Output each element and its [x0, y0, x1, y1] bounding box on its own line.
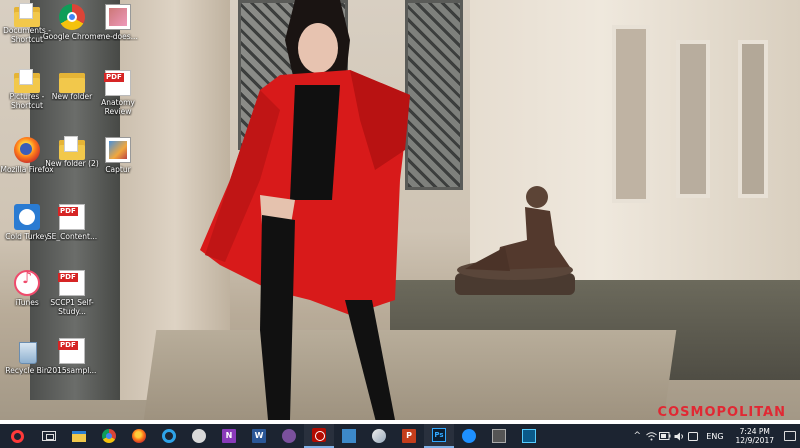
- input-language-indicator[interactable]: ENG: [700, 432, 729, 441]
- file-explorer-icon: [72, 430, 86, 442]
- app-icon: [372, 429, 386, 443]
- app-icon: [342, 429, 356, 443]
- calculator-taskbar-button[interactable]: [484, 424, 514, 448]
- app2-taskbar-button[interactable]: [364, 424, 394, 448]
- acrobat-icon: [312, 428, 326, 442]
- recycle-bin-icon: [14, 338, 40, 364]
- action-center-button[interactable]: [780, 424, 800, 448]
- app3-taskbar-button[interactable]: [454, 424, 484, 448]
- desktop-icon-label: Anatomy Review: [101, 98, 135, 116]
- wallpaper-watermark: COSMOPOLITAN: [657, 405, 786, 420]
- viber-taskbar-button[interactable]: [274, 424, 304, 448]
- desktop-icon-2015-sample[interactable]: 2015sampl...: [41, 338, 103, 402]
- pdf-file-icon: [58, 338, 85, 364]
- desktop-icon-capture[interactable]: Captur: [87, 137, 149, 201]
- desktop-icon-image-file[interactable]: me-does...: [87, 4, 149, 68]
- system-tray: ^ ENG 7:24 PM 12/9/2017: [630, 424, 800, 448]
- battery-icon[interactable]: [658, 424, 672, 448]
- desktop-icon-se-content[interactable]: SE_Content...: [41, 204, 103, 268]
- desktop-icon-label: me-does...: [98, 32, 138, 41]
- pdf-file-icon: [58, 204, 85, 230]
- itunes-icon: [14, 270, 40, 296]
- viber-icon: [282, 429, 296, 443]
- cold-turkey-icon: [14, 204, 40, 230]
- firefox-taskbar-button[interactable]: [124, 424, 154, 448]
- desktop-icon-label: SE_Content...: [46, 232, 98, 241]
- word-taskbar-button[interactable]: [244, 424, 274, 448]
- clock-date: 12/9/2017: [735, 436, 774, 445]
- pdf-file-icon: [104, 70, 131, 96]
- folder-icon: [59, 136, 85, 160]
- tray-app-icon[interactable]: [686, 424, 700, 448]
- photo-file-icon: [105, 137, 131, 163]
- photoshop-icon: [432, 428, 446, 442]
- folder-icon: [14, 69, 40, 93]
- chrome-icon: [102, 429, 116, 443]
- windows-start-icon: [10, 429, 24, 443]
- file-explorer-taskbar-button[interactable]: [64, 424, 94, 448]
- notification-icon: [784, 431, 796, 441]
- skype-icon: [192, 429, 206, 443]
- start-button[interactable]: [0, 424, 34, 448]
- chrome-icon: [59, 4, 85, 30]
- desktop-icon-sccp1-self-study[interactable]: SCCP1 Self-Study...: [41, 270, 103, 334]
- pdf-file-icon: [58, 270, 85, 296]
- calculator-icon: [492, 429, 506, 443]
- acrobat-taskbar-button[interactable]: [304, 424, 334, 448]
- word-icon: [252, 429, 266, 443]
- task-view-icon: [42, 431, 56, 441]
- app-taskbar-button[interactable]: [334, 424, 364, 448]
- app4-taskbar-button[interactable]: [514, 424, 544, 448]
- app-icon: [462, 429, 476, 443]
- powerpoint-taskbar-button[interactable]: [394, 424, 424, 448]
- powerpoint-icon: [402, 429, 416, 443]
- wifi-icon[interactable]: [644, 424, 658, 448]
- wallpaper-person-red-coat: [200, 0, 410, 420]
- firefox-icon: [14, 137, 40, 163]
- desktop-icon-label: Captur: [105, 165, 131, 174]
- volume-icon[interactable]: [672, 424, 686, 448]
- firefox-icon: [132, 429, 146, 443]
- taskbar: ^ ENG 7:24 PM 12/9/2017: [0, 424, 800, 448]
- app-icon: [522, 429, 536, 443]
- folder-icon: [59, 73, 85, 93]
- show-hidden-icons-chevron[interactable]: ^: [630, 424, 644, 448]
- internet-explorer-taskbar-button[interactable]: [154, 424, 184, 448]
- desktop-icon-anatomy-review[interactable]: Anatomy Review: [87, 70, 149, 134]
- skype-taskbar-button[interactable]: [184, 424, 214, 448]
- image-file-icon: [105, 4, 131, 30]
- photoshop-taskbar-button[interactable]: [424, 424, 454, 448]
- folder-icon: [14, 3, 40, 27]
- internet-explorer-icon: [162, 429, 176, 443]
- wallpaper-window: [738, 40, 768, 198]
- taskbar-clock[interactable]: 7:24 PM 12/9/2017: [730, 427, 780, 445]
- desktop-icon-label: 2015sampl...: [47, 366, 97, 375]
- chrome-taskbar-button[interactable]: [94, 424, 124, 448]
- wallpaper-statue: [455, 186, 575, 295]
- desktop-icon-label: SCCP1 Self-Study...: [50, 298, 94, 316]
- task-view-button[interactable]: [34, 424, 64, 448]
- onenote-taskbar-button[interactable]: [214, 424, 244, 448]
- wallpaper-window: [676, 40, 710, 198]
- wallpaper-window: [612, 25, 650, 203]
- clock-time: 7:24 PM: [739, 427, 770, 436]
- onenote-icon: [222, 429, 236, 443]
